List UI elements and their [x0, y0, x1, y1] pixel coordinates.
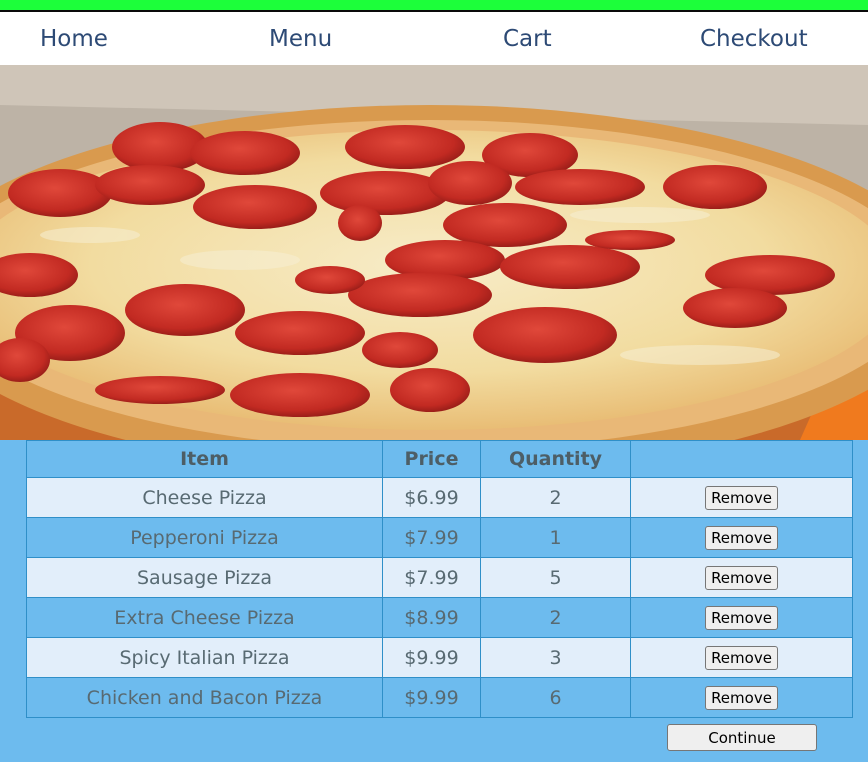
item-action-cell: Remove: [630, 477, 853, 518]
item-action-cell: Remove: [630, 637, 853, 678]
item-action-cell: Remove: [630, 517, 853, 558]
item-price: $7.99: [382, 557, 481, 598]
table-row: Spicy Italian Pizza $9.99 3 Remove: [26, 637, 853, 678]
remove-button[interactable]: Remove: [705, 685, 778, 710]
header-quantity: Quantity: [480, 440, 631, 478]
item-quantity: 1: [480, 517, 631, 558]
item-price: $8.99: [382, 597, 481, 638]
table-row: Pepperoni Pizza $7.99 1 Remove: [26, 517, 853, 558]
nav-checkout-link[interactable]: Checkout: [700, 25, 808, 53]
top-accent-bar: [0, 0, 868, 12]
item-quantity: 2: [480, 477, 631, 518]
item-quantity: 5: [480, 557, 631, 598]
nav-cart-link[interactable]: Cart: [503, 25, 552, 53]
header-item: Item: [26, 440, 383, 478]
pizza-illustration: [0, 65, 868, 440]
item-quantity: 2: [480, 597, 631, 638]
header-action: [630, 440, 853, 478]
remove-button[interactable]: Remove: [705, 525, 778, 550]
item-name: Chicken and Bacon Pizza: [26, 677, 383, 718]
item-quantity: 3: [480, 637, 631, 678]
item-quantity: 6: [480, 677, 631, 718]
item-name: Extra Cheese Pizza: [26, 597, 383, 638]
nav-home-link[interactable]: Home: [40, 25, 108, 53]
item-name: Spicy Italian Pizza: [26, 637, 383, 678]
item-price: $6.99: [382, 477, 481, 518]
item-action-cell: Remove: [630, 597, 853, 638]
cart-table: Item Price Quantity Cheese Pizza $6.99 2…: [26, 440, 853, 718]
continue-button[interactable]: Continue: [667, 724, 817, 751]
table-row: Sausage Pizza $7.99 5 Remove: [26, 557, 853, 598]
cart-section: Item Price Quantity Cheese Pizza $6.99 2…: [0, 440, 868, 762]
item-action-cell: Remove: [630, 677, 853, 718]
item-action-cell: Remove: [630, 557, 853, 598]
item-name: Pepperoni Pizza: [26, 517, 383, 558]
remove-button[interactable]: Remove: [705, 645, 778, 670]
item-price: $7.99: [382, 517, 481, 558]
item-price: $9.99: [382, 677, 481, 718]
remove-button[interactable]: Remove: [705, 565, 778, 590]
hero-pizza-image: [0, 65, 868, 440]
remove-button[interactable]: Remove: [705, 485, 778, 510]
nav-menu-link[interactable]: Menu: [269, 25, 332, 53]
item-name: Sausage Pizza: [26, 557, 383, 598]
remove-button[interactable]: Remove: [705, 605, 778, 630]
item-name: Cheese Pizza: [26, 477, 383, 518]
table-row: Extra Cheese Pizza $8.99 2 Remove: [26, 597, 853, 638]
header-price: Price: [382, 440, 481, 478]
table-row: Cheese Pizza $6.99 2 Remove: [26, 477, 853, 518]
cart-header-row: Item Price Quantity: [26, 440, 853, 478]
main-nav: Home Menu Cart Checkout: [0, 12, 868, 65]
table-row: Chicken and Bacon Pizza $9.99 6 Remove: [26, 677, 853, 718]
item-price: $9.99: [382, 637, 481, 678]
